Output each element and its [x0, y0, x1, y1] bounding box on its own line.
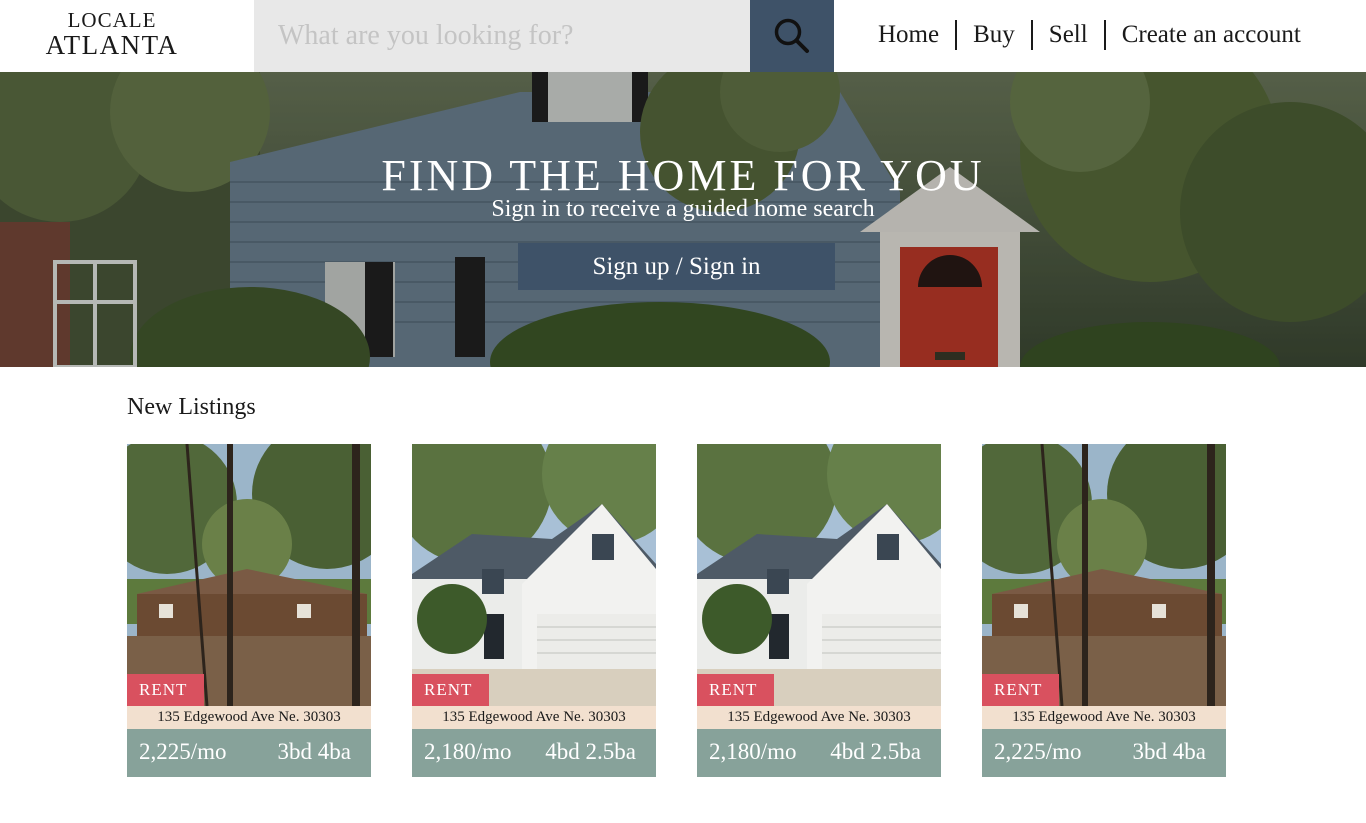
listing-info-bar: 2,225/mo 3bd 4ba: [982, 729, 1226, 777]
logo-line-locale: LOCALE: [67, 8, 157, 32]
listing-price: 2,180/mo: [709, 739, 797, 764]
nav-home[interactable]: Home: [862, 20, 955, 50]
listing-price: 2,225/mo: [994, 739, 1082, 764]
hero-banner: FIND THE HOME FOR YOU Sign in to receive…: [0, 72, 1366, 367]
rent-badge: RENT: [697, 674, 774, 706]
listing-beds-baths: 4bd 2.5ba: [830, 739, 921, 764]
rent-badge: RENT: [412, 674, 489, 706]
listing-address: 135 Edgewood Ave Ne. 30303: [982, 706, 1226, 729]
listing-address: 135 Edgewood Ave Ne. 30303: [127, 706, 371, 729]
new-listings-heading: New Listings: [127, 394, 256, 420]
listing-card[interactable]: RENT 135 Edgewood Ave Ne. 30303 2,225/mo…: [982, 444, 1226, 777]
site-logo[interactable]: LOCALE ATLANTA: [36, 10, 188, 59]
hero-title: FIND THE HOME FOR YOU: [381, 151, 985, 200]
nav-sell[interactable]: Sell: [1033, 20, 1104, 50]
nav-buy[interactable]: Buy: [957, 20, 1031, 50]
search-button[interactable]: [750, 0, 834, 72]
listing-address: 135 Edgewood Ave Ne. 30303: [412, 706, 656, 729]
listing-info-bar: 2,225/mo 3bd 4ba: [127, 729, 371, 777]
listing-card[interactable]: RENT 135 Edgewood Ave Ne. 30303 2,225/mo…: [127, 444, 371, 777]
sign-up-sign-in-button[interactable]: Sign up / Sign in: [518, 243, 835, 290]
search-icon: [774, 18, 809, 53]
listing-beds-baths: 3bd 4ba: [1132, 739, 1206, 764]
listing-card[interactable]: RENT 135 Edgewood Ave Ne. 30303 2,180/mo…: [412, 444, 656, 777]
listing-price: 2,180/mo: [424, 739, 512, 764]
site-header: LOCALE ATLANTA Home Buy Sell Create an a…: [0, 0, 1366, 72]
listing-card[interactable]: RENT 135 Edgewood Ave Ne. 30303 2,180/mo…: [697, 444, 941, 777]
main-nav: Home Buy Sell Create an account: [862, 18, 1317, 52]
listing-beds-baths: 3bd 4ba: [277, 739, 351, 764]
listing-photo: [412, 444, 656, 706]
listing-photo: [697, 444, 941, 706]
listing-address: 135 Edgewood Ave Ne. 30303: [697, 706, 941, 729]
listing-info-bar: 2,180/mo 4bd 2.5ba: [412, 729, 656, 777]
listing-price: 2,225/mo: [139, 739, 227, 764]
listing-beds-baths: 4bd 2.5ba: [545, 739, 636, 764]
rent-badge: RENT: [982, 674, 1059, 706]
listing-photo: [982, 444, 1226, 706]
listing-photo: [127, 444, 371, 706]
rent-badge: RENT: [127, 674, 204, 706]
nav-create-account[interactable]: Create an account: [1106, 20, 1317, 50]
search-input[interactable]: [254, 0, 750, 72]
hero-subtitle: Sign in to receive a guided home search: [491, 196, 875, 222]
listing-info-bar: 2,180/mo 4bd 2.5ba: [697, 729, 941, 777]
logo-line-atlanta: ATLANTA: [45, 30, 179, 60]
